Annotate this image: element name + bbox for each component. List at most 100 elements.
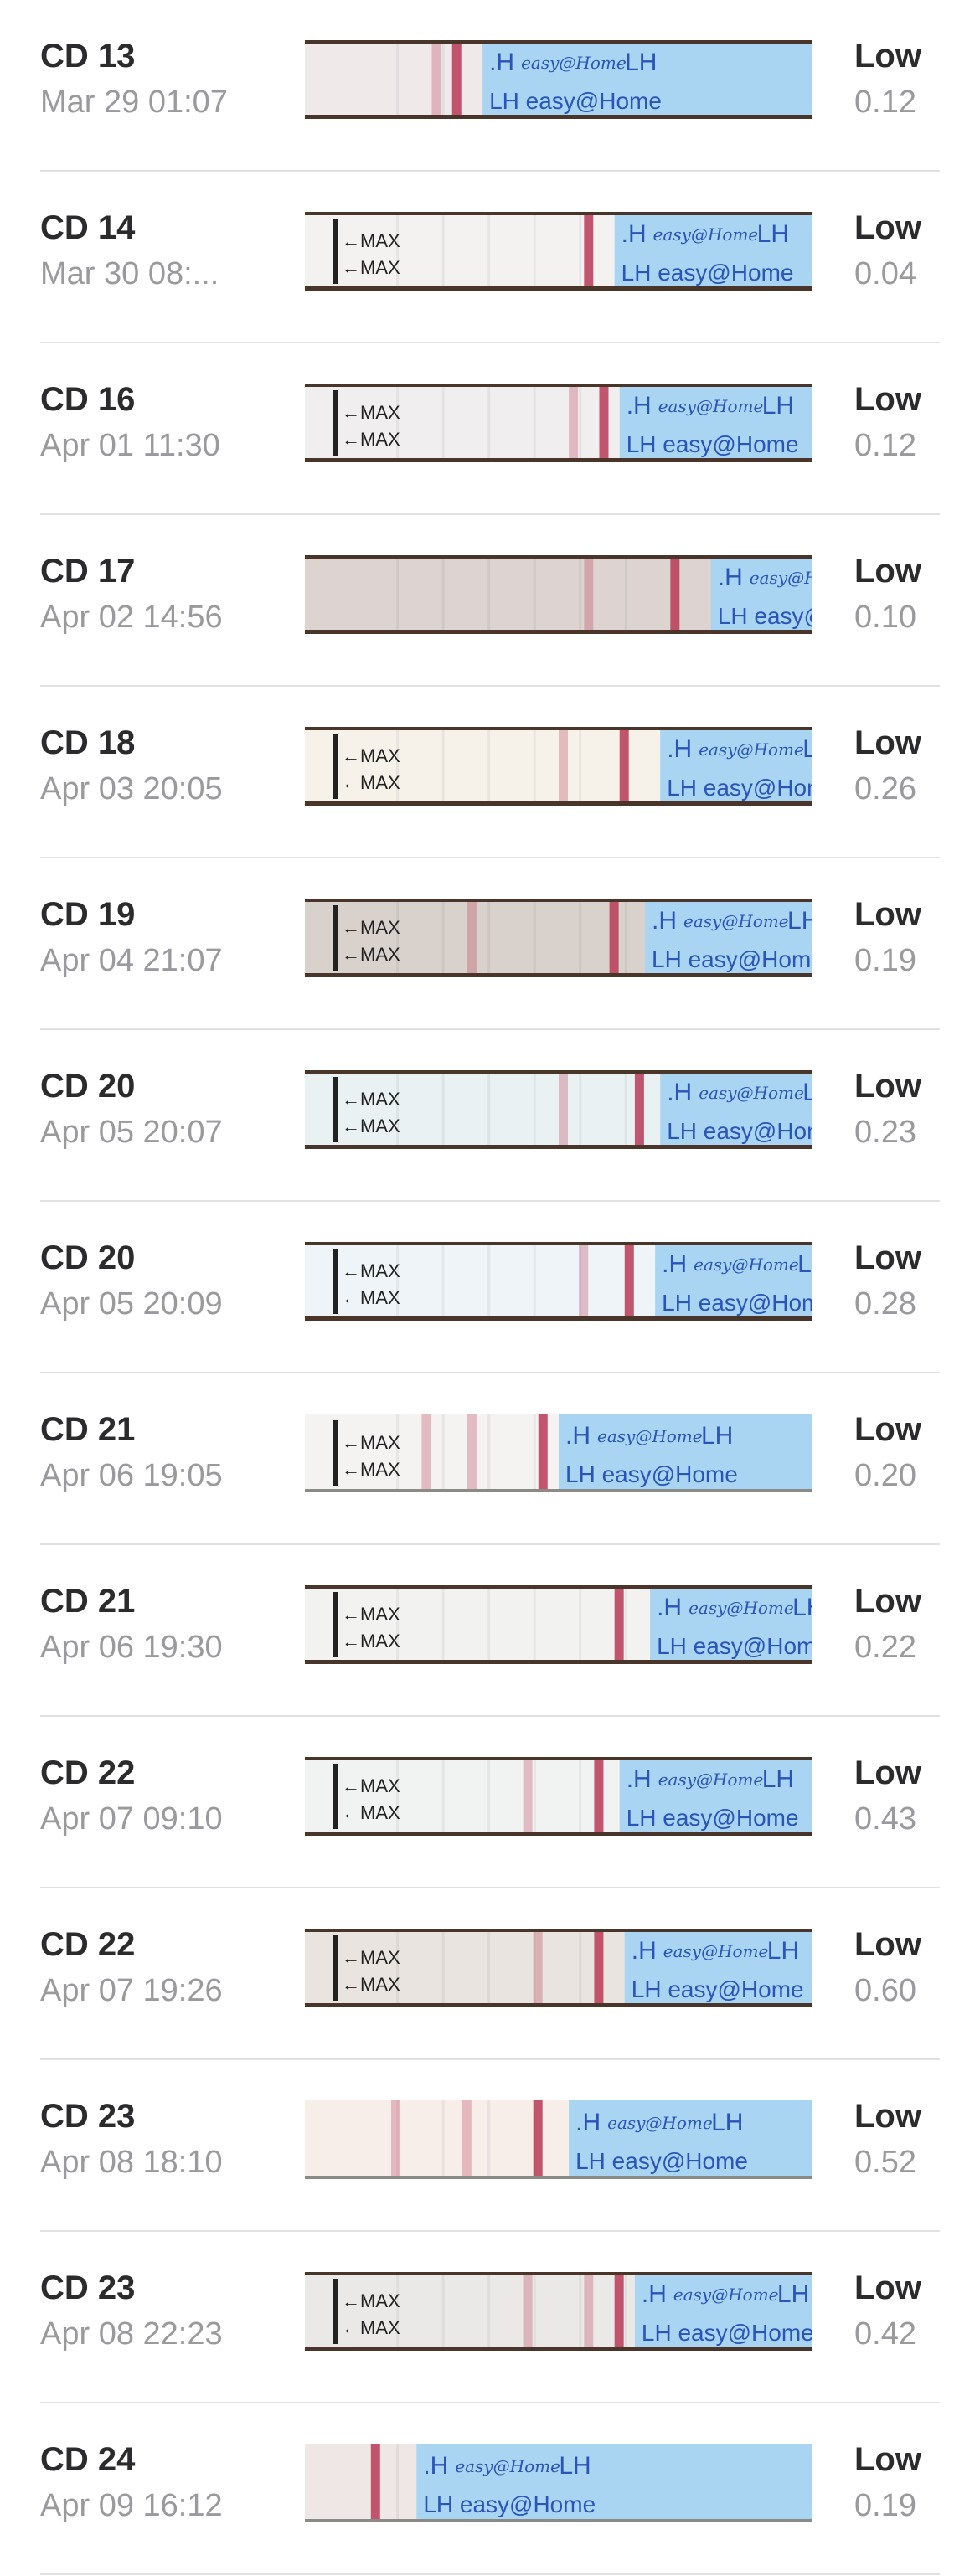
list-item[interactable]: CD 21 Apr 06 19:05 Low 0.20 .H easy@Home LH LH … <box>40 1373 940 1545</box>
test-strip-photo[interactable]: .Heasy@HomeLHLH easy@Home <box>305 2444 812 2522</box>
test-strip-photo[interactable]: .H easy@HomeLH LH easy@Home ←MAX ←MAX <box>305 212 812 291</box>
list-item[interactable]: CD 21 Apr 06 19:30 Low 0.22 .H easy@HomeLH LH … <box>40 1545 940 1717</box>
test-line <box>584 212 594 291</box>
strip-max-mark: ←MAX <box>342 402 400 423</box>
test-timestamp: Mar 30 08:... <box>40 256 219 291</box>
test-strip-photo[interactable]: .H easy@HomeLH LH easy@Home ←MAX ←MAX <box>305 1585 812 1664</box>
strip-lh-text: LH <box>802 1079 812 1106</box>
strip-max-mark: ←MAX <box>342 1432 400 1453</box>
result-status: Low <box>854 38 921 75</box>
test-strip-image: .H easy@HomeLH LH easy@Home ←MAX ←MAX <box>305 1585 812 1664</box>
result-ratio-value: 0.26 <box>854 771 916 806</box>
test-line <box>599 384 609 462</box>
test-strip-image: .H easy@HomeLH LH easy@Home <box>305 40 812 119</box>
list-item[interactable]: CD 20 Apr 05 20:07 Low 0.23 .H easy@HomeLH LH … <box>40 1030 940 1202</box>
test-strip-image: .H easy@HomeLH LH easy@Home ←MAX ←MAX <box>305 899 812 977</box>
result-status: Low <box>854 1754 921 1791</box>
test-strip-image: .H easy@HomeLH LH easy@Home ←MAX ←MAX <box>305 1929 812 2007</box>
test-line <box>584 555 594 634</box>
test-strip-photo[interactable]: .H easy@HomeLH LH easy@Home ←MAX ←MAX <box>305 727 812 806</box>
list-item[interactable]: CD 14 Mar 30 08:... Low 0.04 .H easy@Home LH LH… <box>40 172 940 343</box>
result-status: Low <box>854 381 921 418</box>
test-line <box>634 1070 644 1149</box>
list-item[interactable]: CD 23 Apr 08 18:10 Low 0.52 .H easy@Home LH LH … <box>40 2060 940 2232</box>
strip-lh-text: LH <box>701 1422 733 1450</box>
result-ratio-value: 0.28 <box>854 1286 916 1321</box>
list-item[interactable]: CD 17Apr 02 14:56Low0.10.Heasy@HomeLHLH … <box>40 515 940 687</box>
cycle-day-label: CD 20 <box>40 1239 136 1276</box>
strip-brand-text: easy@Home <box>689 1598 794 1618</box>
test-strip-photo[interactable]: .Heasy@HomeLHLH easy@Home <box>305 2100 812 2179</box>
test-strip-photo[interactable]: .H easy@HomeLH LH easy@Home ←MAX ←MAX <box>305 1070 812 1149</box>
strip-lh-text: LH easy@Home <box>632 1976 804 2002</box>
test-line <box>533 1929 543 2007</box>
strip-brand-text: easy@Home <box>683 911 789 931</box>
list-item[interactable]: CD 19 Apr 04 21:07 Low 0.19 .H easy@Home LH LH … <box>40 858 940 1030</box>
test-line <box>569 384 579 462</box>
test-line <box>370 2444 380 2522</box>
strip-max-mark: ←MAX <box>342 1459 400 1480</box>
result-status: Low <box>854 209 921 246</box>
list-item[interactable]: CD 13 Mar 29 01:07 Low 0.12 .H easy@Home LH LH … <box>40 0 940 172</box>
test-strip-photo[interactable]: .H easy@HomeLH LH easy@Home ←MAX ←MAX <box>305 1929 812 2007</box>
strip-lh-text: LH easy@Home <box>652 946 812 972</box>
strip-lh-text: LH <box>777 2280 809 2308</box>
result-ratio-value: 0.10 <box>854 600 916 635</box>
test-line <box>670 555 680 634</box>
cycle-day-label: CD 23 <box>40 2269 136 2306</box>
strip-lh-text: LH <box>797 1250 812 1278</box>
test-strip-image: .H easy@HomeLH LH easy@Home ←MAX ←MAX <box>305 212 812 291</box>
test-line <box>594 1757 604 1836</box>
test-strip-photo[interactable]: .H easy@HomeLH LH easy@Home ←MAX ←MAX <box>305 1414 812 1492</box>
cycle-day-label: CD 14 <box>40 209 136 246</box>
test-strip-photo[interactable]: .H easy@HomeLH LH easy@Home ←MAX ←MAX <box>305 899 812 977</box>
strip-lh-text: .H <box>627 1765 652 1793</box>
list-item[interactable]: CD 22 Apr 07 19:26 Low 0.60 .H easy@Home LH LH … <box>40 1888 940 2060</box>
test-strip-image: .H easy@HomeLH LH easy@Home ←MAX ←MAX <box>305 2272 812 2351</box>
test-line <box>467 899 477 977</box>
list-item[interactable]: CD 18 Apr 03 20:05 Low 0.26 .H easy@HomeLH LH … <box>40 687 940 858</box>
test-strip-photo[interactable]: .Heasy@HomeLHLH easy@Home <box>305 40 812 119</box>
test-timestamp: Apr 07 09:10 <box>40 1801 223 1837</box>
test-line <box>538 1414 548 1492</box>
test-line <box>431 40 441 119</box>
test-line <box>421 1414 431 1492</box>
strip-max-mark: ←MAX <box>342 745 400 766</box>
result-status: Low <box>854 2441 921 2478</box>
cycle-day-label: CD 19 <box>40 896 136 933</box>
result-ratio-value: 0.19 <box>854 943 916 978</box>
cycle-day-label: CD 22 <box>40 1754 136 1791</box>
test-strip-photo[interactable]: .H easy@HomeLH LH easy@Home ←MAX ←MAX <box>305 1242 812 1321</box>
list-item[interactable]: CD 23 Apr 08 22:23 Low 0.42 .H easy@Home LH LH … <box>40 2232 940 2403</box>
test-timestamp: Apr 01 11:30 <box>40 428 220 463</box>
test-strip-photo[interactable]: .H easy@HomeLH LH easy@Home ←MAX ←MAX <box>305 2272 812 2351</box>
list-item[interactable]: CD 22 Apr 07 09:10 Low 0.43 .H easy@Home LH LH … <box>40 1717 940 1888</box>
test-line <box>467 1414 477 1492</box>
result-status: Low <box>854 553 921 590</box>
strip-max-mark: ←MAX <box>342 1089 400 1110</box>
test-strip-photo[interactable]: .H easy@HomeLH LH easy@Home ←MAX ←MAX <box>305 384 812 462</box>
strip-lh-text: .H <box>489 49 514 76</box>
strip-brand-text: easy@Home <box>694 1255 799 1275</box>
test-strip-image: .H easy@HomeLH LH easy@Home <box>305 2100 812 2179</box>
test-line <box>523 1757 533 1836</box>
strip-lh-text: LH easy@Home <box>718 603 812 629</box>
strip-max-mark: ←MAX <box>342 944 400 965</box>
test-line <box>523 2272 533 2351</box>
list-item[interactable]: CD 20 Apr 05 20:09 Low 0.28 .H easy@HomeLH LH … <box>40 1202 940 1373</box>
test-strip-image: .H easy@HomeLH LH easy@Home ←MAX ←MAX <box>305 1242 812 1321</box>
result-status: Low <box>854 1583 921 1620</box>
test-line <box>584 2272 594 2351</box>
test-strip-photo[interactable]: .H easy@HomeLH LH easy@Home ←MAX ←MAX <box>305 1757 812 1836</box>
list-item[interactable]: CD 16 Apr 01 11:30 Low 0.12 .H easy@Home LH LH … <box>40 343 940 515</box>
strip-max-mark: ←MAX <box>342 429 400 450</box>
strip-brand-text: easy@Home <box>653 224 759 245</box>
result-ratio-value: 0.60 <box>854 1973 916 2008</box>
result-ratio-value: 0.43 <box>854 1801 916 1837</box>
strip-brand-text: easy@Home <box>521 53 627 73</box>
strip-brand-text: easy@Home <box>699 1083 804 1103</box>
test-line <box>462 2100 472 2179</box>
strip-brand-text: easy@Home <box>658 1770 764 1790</box>
list-item[interactable]: CD 24 Apr 09 16:12 Low 0.19 .H easy@Home LH LH … <box>40 2403 940 2575</box>
test-strip-photo[interactable]: .Heasy@HomeLHLH easy@Home <box>305 555 812 634</box>
